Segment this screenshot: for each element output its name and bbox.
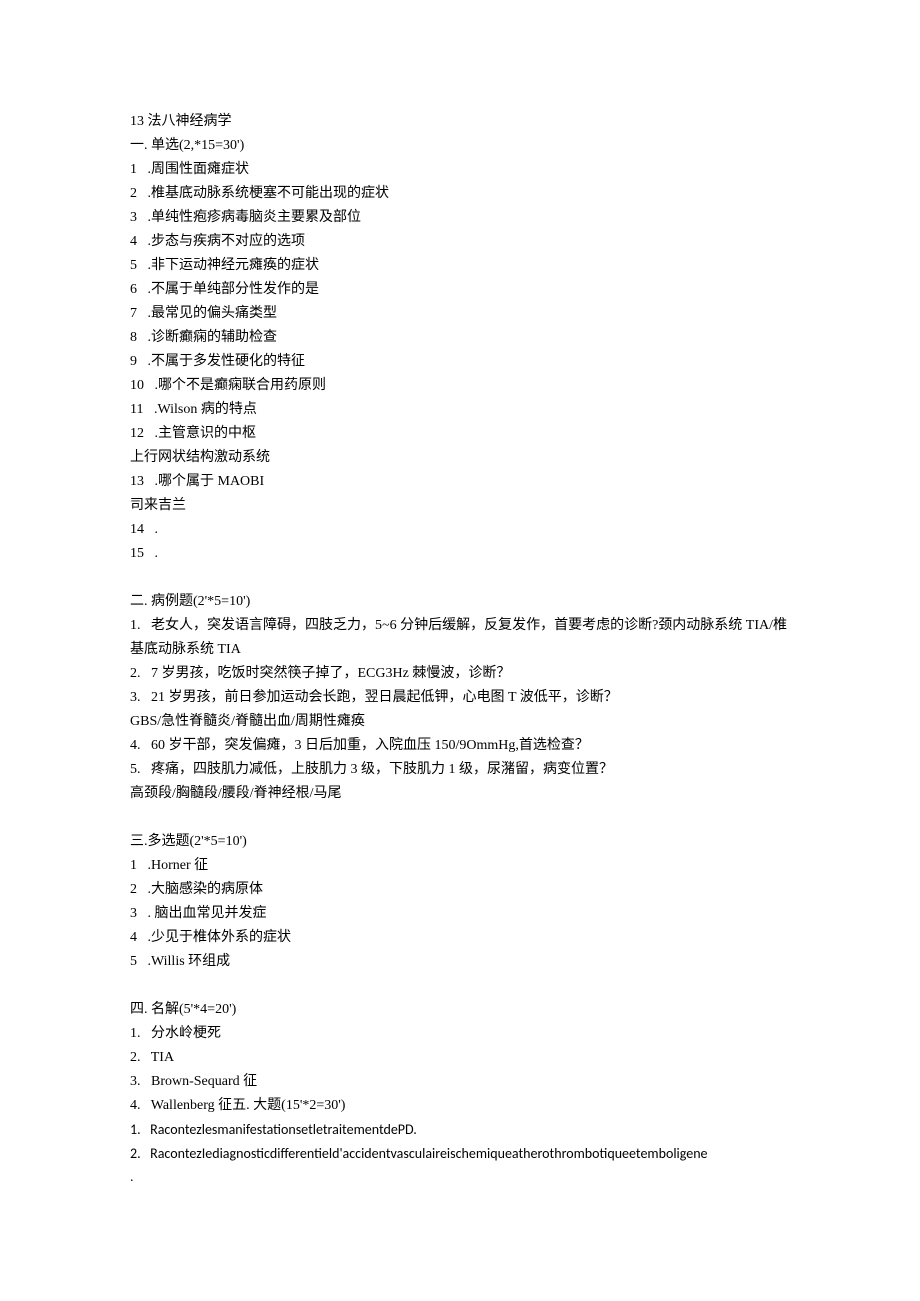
section-2-item: 1. 老女人，突发语言障碍，四肢乏力，5~6 分钟后缓解，反复发作，首要考虑的诊… <box>130 614 800 662</box>
section-4-item: 1. 分水岭梗死 <box>130 1022 800 1046</box>
section-1-item: 上行网状结构激动系统 <box>130 446 800 470</box>
section-1-item: 12 .主管意识的中枢 <box>130 422 800 446</box>
section-1-item: 1 .周围性面瘫症状 <box>130 158 800 182</box>
document-page: 13 法八神经病学 一. 单选(2,*15=30') 1 .周围性面瘫症状 2 … <box>0 0 920 1250</box>
section-3-item: 1 .Horner 征 <box>130 854 800 878</box>
section-2-item: 2. 7 岁男孩，吃饭时突然筷子掉了，ECG3Hz 棘慢波，诊断？ <box>130 662 800 686</box>
section-2-item: 5. 疼痛，四肢肌力减低，上肢肌力 3 级，下肢肌力 1 级，尿潴留，病变位置？ <box>130 758 800 782</box>
section-1-header: 一. 单选(2,*15=30') <box>130 134 800 158</box>
section-4-header: 四. 名解(5'*4=20') <box>130 998 800 1022</box>
section-1-item: 4 .步态与疾病不对应的选项 <box>130 230 800 254</box>
spacer <box>130 974 800 998</box>
section-4-item: 2. TIA <box>130 1046 800 1070</box>
section-3-header: 三.多选题(2'*5=10') <box>130 830 800 854</box>
section-1-item: 9 .不属于多发性硬化的特征 <box>130 350 800 374</box>
section-1-item: 5 .非下运动神经元瘫痪的症状 <box>130 254 800 278</box>
section-4-item: 2. RacontezIediagnosticdifferentield'acc… <box>130 1142 800 1166</box>
section-3-item: 4 .少见于椎体外系的症状 <box>130 926 800 950</box>
section-3-item: 3 . 脑出血常见并发症 <box>130 902 800 926</box>
section-3-item: 5 .Willis 环组成 <box>130 950 800 974</box>
section-2-item: 4. 60 岁干部，突发偏瘫，3 日后加重，入院血压 150/9OmmHg,首选… <box>130 734 800 758</box>
section-2-item: 3. 21 岁男孩，前日参加运动会长跑，翌日晨起低钾，心电图 T 波低平，诊断？ <box>130 686 800 710</box>
document-title: 13 法八神经病学 <box>130 110 800 134</box>
section-1-item: 13 .哪个属于 MAOBI <box>130 470 800 494</box>
section-1-item: 2 .椎基底动脉系统梗塞不可能出现的症状 <box>130 182 800 206</box>
spacer <box>130 806 800 830</box>
section-1-item: 11 .Wilson 病的特点 <box>130 398 800 422</box>
section-3-item: 2 .大脑感染的病原体 <box>130 878 800 902</box>
section-4-item: 1. Racontezlesmanifestationsetletraiteme… <box>130 1118 800 1142</box>
section-4-item: 3. Brown-Sequard 征 <box>130 1070 800 1094</box>
section-1-item: 司来吉兰 <box>130 494 800 518</box>
section-2-header: 二. 病例题(2'*5=10') <box>130 590 800 614</box>
section-1-item: 7 .最常见的偏头痛类型 <box>130 302 800 326</box>
section-1-item: 8 .诊断癫痫的辅助检查 <box>130 326 800 350</box>
section-1-item: 10 .哪个不是癫痫联合用药原则 <box>130 374 800 398</box>
section-1-item: 6 .不属于单纯部分性发作的是 <box>130 278 800 302</box>
section-1-item: 3 .单纯性疱疹病毒脑炎主要累及部位 <box>130 206 800 230</box>
section-4-item: . <box>130 1166 800 1190</box>
section-4-item: 4. Wallenberg 征五. 大题(15'*2=30') <box>130 1094 800 1118</box>
section-2-item: 高颈段/胸髓段/腰段/脊神经根/马尾 <box>130 782 800 806</box>
section-1-item: 15 . <box>130 542 800 566</box>
section-1-item: 14 . <box>130 518 800 542</box>
section-2-item: GBS/急性脊髓炎/脊髓出血/周期性瘫痪 <box>130 710 800 734</box>
spacer <box>130 566 800 590</box>
